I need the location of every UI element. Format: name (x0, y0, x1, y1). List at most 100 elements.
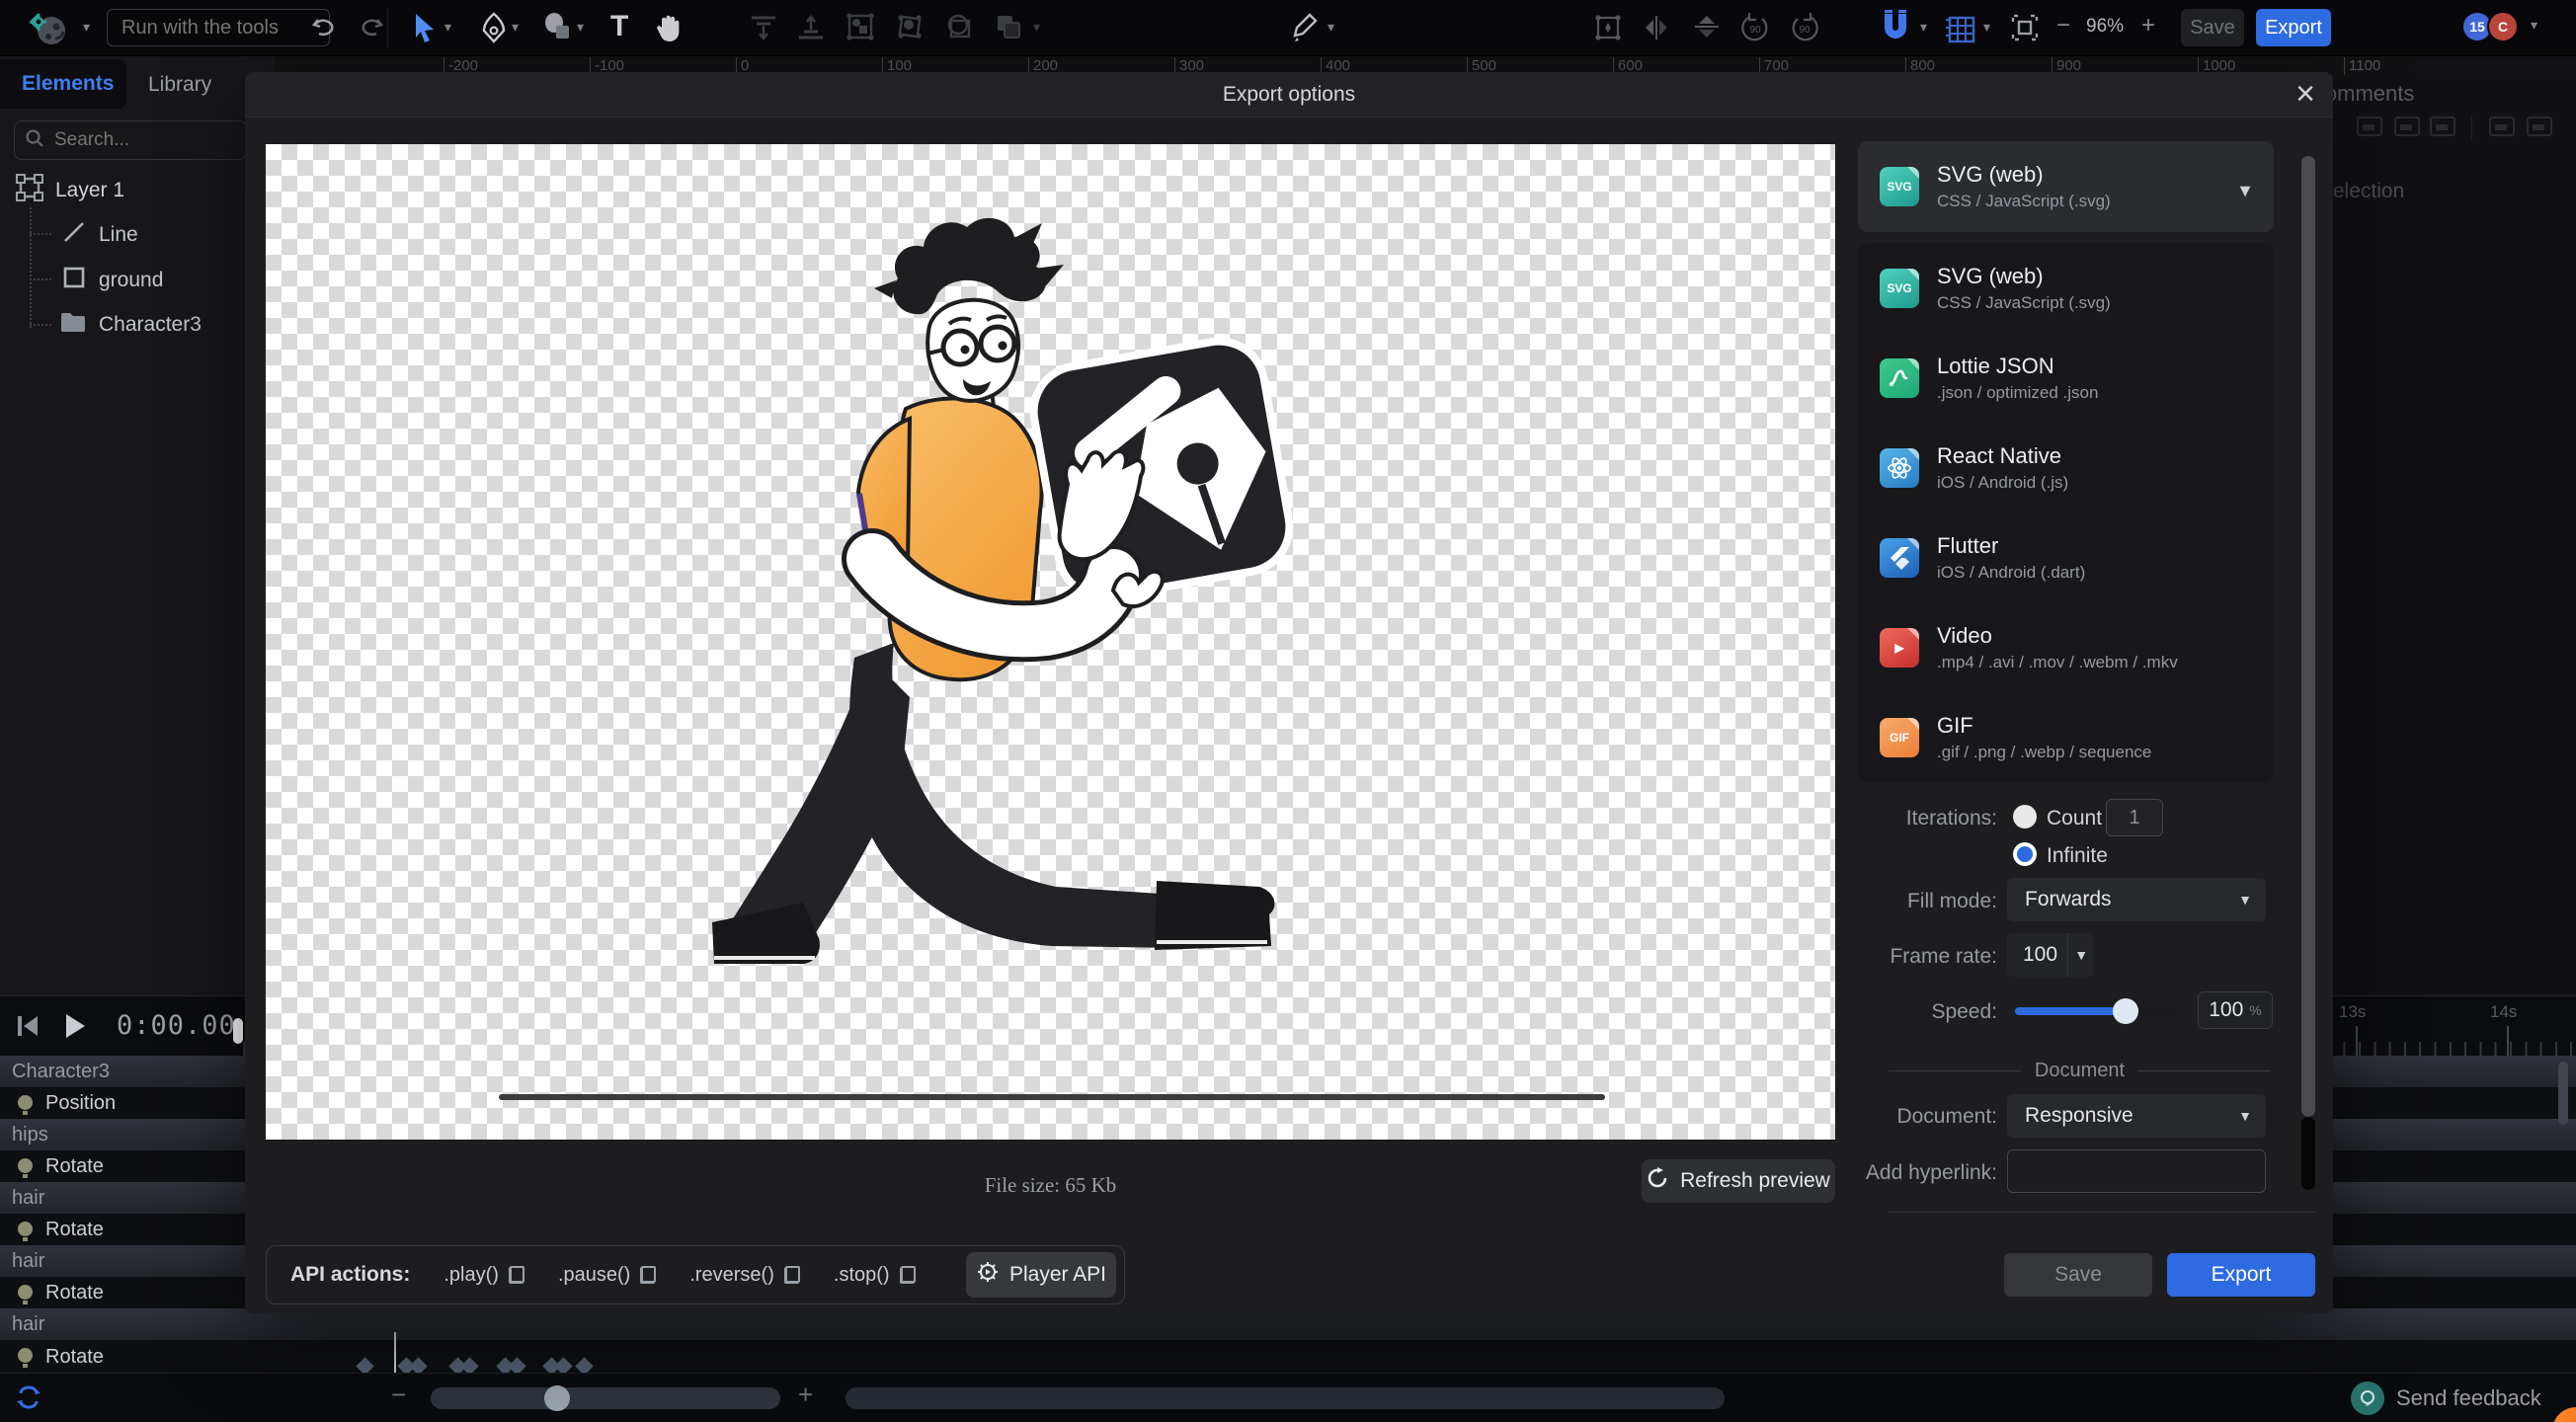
format-option-svg[interactable]: SVG SVG (web) CSS / JavaScript (.svg) (1858, 243, 2274, 333)
format-list: SVG SVG (web) CSS / JavaScript (.svg) Lo… (1858, 243, 2274, 783)
format-option-gif[interactable]: GIF GIF .gif / .png / .webp / sequence (1858, 692, 2274, 782)
copy-icon[interactable] (640, 1266, 656, 1284)
text-tool-icon[interactable]: T (610, 10, 628, 43)
fit-to-screen-icon[interactable] (2009, 12, 2041, 43)
pen-tool-chevron-icon[interactable]: ▾ (512, 20, 519, 34)
pen-tool-icon[interactable] (481, 12, 507, 43)
player-api-button[interactable]: Player API (966, 1252, 1116, 1298)
group-selection-icon[interactable] (845, 12, 875, 41)
export-button-modal[interactable]: Export (2167, 1253, 2315, 1297)
tree-guide (30, 233, 51, 235)
timeline-scrollbar-horizontal[interactable] (845, 1387, 1725, 1409)
shape-tool-chevron-icon[interactable]: ▾ (577, 20, 584, 34)
undo-icon[interactable] (310, 12, 338, 40)
zoom-in-button[interactable]: + (2141, 14, 2155, 38)
grid-icon[interactable] (1942, 10, 1977, 45)
redo-icon[interactable] (358, 12, 385, 40)
skip-to-start-icon[interactable] (16, 1014, 40, 1043)
boolean-ops-icon[interactable] (994, 12, 1023, 41)
speed-slider-thumb[interactable] (2113, 998, 2138, 1024)
shape-tool-icon[interactable] (543, 12, 573, 41)
speed-value-box[interactable]: 100 % (2198, 991, 2273, 1029)
timeline-zoom-thumb[interactable] (544, 1385, 570, 1411)
document-dropdown[interactable]: Responsive ▼ (2007, 1094, 2266, 1138)
snapping-magnet-icon[interactable] (1879, 10, 1912, 45)
app-logo-icon[interactable] (26, 12, 75, 47)
select-tool-icon[interactable] (412, 12, 438, 43)
sidebar-panels: Elements Library Layer 1 Line (0, 55, 275, 995)
format-option-react-native[interactable]: React Native iOS / Android (.js) (1858, 423, 2274, 513)
modal-scrollbar[interactable] (2301, 156, 2315, 1117)
grid-chevron-icon[interactable]: ▾ (1983, 20, 1990, 34)
user-avatar[interactable]: C (2487, 11, 2519, 42)
timecode: 0:00.00 (117, 1010, 236, 1041)
tab-elements[interactable]: Elements (0, 59, 126, 109)
send-feedback-button[interactable]: Send feedback (2351, 1382, 2541, 1415)
format-option-video[interactable]: ▶ Video .mp4 / .avi / .mov / .webm / .mk… (1858, 602, 2274, 692)
speed-slider[interactable] (2015, 1007, 2177, 1015)
zoom-level[interactable]: 96% (2086, 16, 2124, 38)
frame-rate-dropdown[interactable]: 100 ▼ (2007, 933, 2094, 977)
layer-item-character3[interactable]: Character3 (59, 310, 201, 340)
zoom-out-button[interactable]: − (2056, 14, 2070, 38)
align-icon[interactable] (2357, 117, 2382, 136)
promo-corner-button[interactable] (2552, 1407, 2576, 1422)
timeline-scrollbar-vertical[interactable] (2558, 1062, 2568, 1125)
select-tool-chevron-icon[interactable]: ▾ (444, 20, 451, 34)
infinite-radio[interactable] (2013, 842, 2037, 866)
play-icon[interactable] (63, 1012, 87, 1045)
timeline-zoom-in[interactable]: + (798, 1382, 813, 1407)
run-with-tools-input[interactable] (107, 9, 330, 46)
player-api-label: Player API (1009, 1263, 1106, 1287)
boolean-ops-chevron-icon[interactable]: ▾ (1033, 20, 1040, 34)
transform-frame-icon[interactable] (1592, 12, 1624, 43)
layer-item-ground[interactable]: ground (61, 265, 163, 296)
align-icon[interactable] (2430, 117, 2455, 136)
count-radio[interactable] (2013, 805, 2037, 829)
format-subtitle: iOS / Android (.dart) (1937, 563, 2085, 583)
stopwatch-icon[interactable] (233, 1018, 243, 1044)
hyperlink-input[interactable] (2007, 1149, 2266, 1193)
copy-icon[interactable] (509, 1266, 524, 1284)
layer-item-layer1[interactable]: Layer 1 (16, 174, 124, 207)
save-button-topbar[interactable]: Save (2181, 9, 2244, 46)
fill-mode-dropdown[interactable]: Forwards ▼ (2007, 878, 2266, 921)
timeline-zoom-slider[interactable] (431, 1387, 780, 1409)
align-top-icon[interactable] (749, 12, 778, 43)
search-input[interactable] (52, 128, 224, 152)
logo-dropdown-chevron-icon[interactable]: ▾ (83, 20, 90, 34)
layer-item-line[interactable]: Line (61, 219, 138, 251)
tab-library[interactable]: Library (148, 73, 211, 97)
timeline-row-property[interactable]: Rotate (0, 1340, 2576, 1374)
ungroup-icon[interactable] (895, 12, 925, 41)
row-label: Rotate (45, 1219, 104, 1241)
distribute-icon[interactable] (2527, 117, 2552, 136)
align-icon[interactable] (2394, 117, 2420, 136)
format-dropdown-selected[interactable]: SVG SVG (web) CSS / JavaScript (.svg) ▼ (1858, 141, 2274, 232)
rotate-ccw-90-icon[interactable]: 90 (1738, 12, 1772, 45)
flip-vertical-icon[interactable] (1691, 12, 1723, 41)
distribute-icon[interactable] (2489, 117, 2515, 136)
file-size-label: File size: 65 Kb (266, 1173, 1835, 1198)
account-chevron-icon[interactable]: ▾ (2531, 18, 2537, 32)
layer-search[interactable] (14, 120, 247, 160)
modal-scrollbar-thumb[interactable] (2301, 1117, 2315, 1190)
snapping-chevron-icon[interactable]: ▾ (1920, 20, 1927, 34)
save-button-modal[interactable]: Save (2004, 1253, 2152, 1297)
pencil-tool-icon[interactable] (1292, 12, 1320, 43)
copy-icon[interactable] (900, 1266, 916, 1284)
copy-icon[interactable] (784, 1266, 800, 1284)
count-input[interactable] (2106, 799, 2163, 836)
close-icon[interactable]: × (2295, 74, 2315, 114)
flip-horizontal-icon[interactable] (1642, 12, 1671, 43)
hand-tool-icon[interactable] (654, 12, 684, 43)
format-option-flutter[interactable]: Flutter iOS / Android (.dart) (1858, 513, 2274, 602)
loop-playback-icon[interactable] (14, 1385, 43, 1414)
pencil-tool-chevron-icon[interactable]: ▾ (1328, 20, 1334, 34)
rotate-cw-90-icon[interactable]: 90 (1788, 12, 1821, 45)
export-button-topbar[interactable]: Export (2256, 9, 2331, 46)
timeline-zoom-out[interactable]: − (391, 1382, 406, 1407)
format-option-lottie[interactable]: Lottie JSON .json / optimized .json (1858, 333, 2274, 423)
mask-icon[interactable] (944, 12, 974, 41)
align-bottom-icon[interactable] (796, 12, 826, 43)
